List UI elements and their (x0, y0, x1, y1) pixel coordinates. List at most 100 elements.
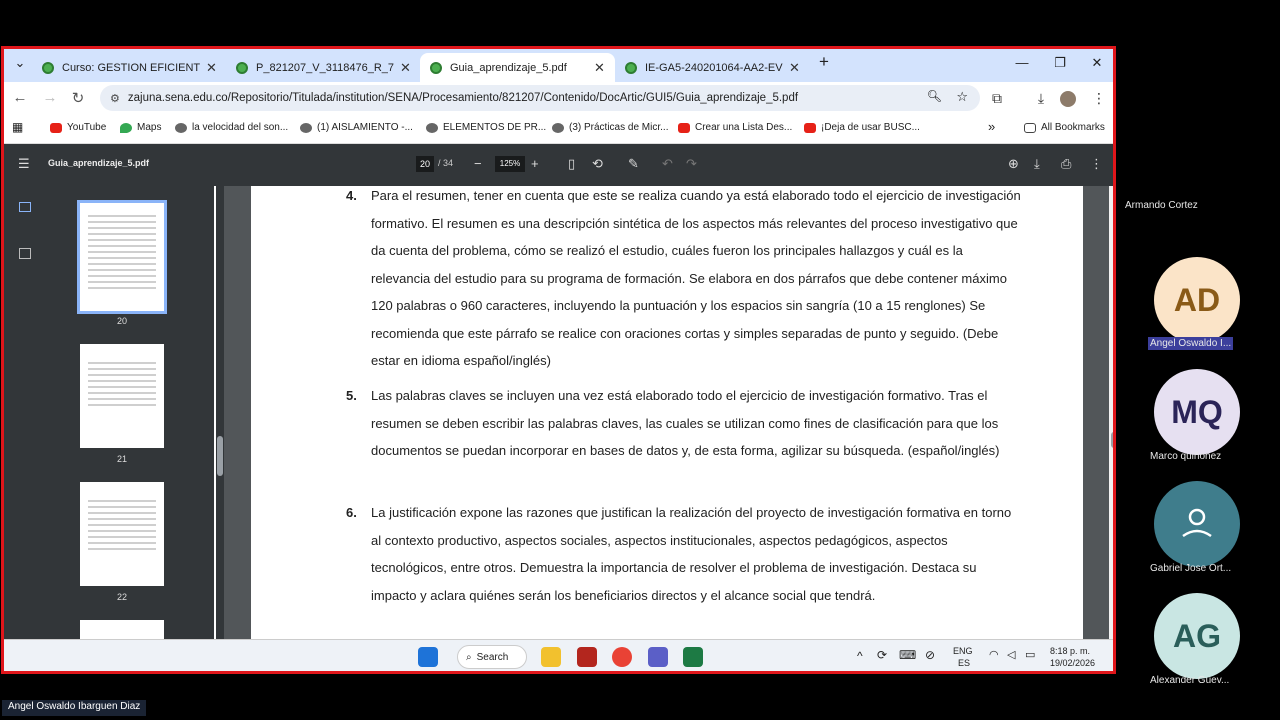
bookmarks-bar: ▦ YouTube Maps la velocidad del son... (… (4, 114, 1113, 144)
page-thumbnail[interactable] (80, 344, 164, 448)
acrobat-icon[interactable] (577, 647, 597, 667)
bookmark-youtube[interactable]: YouTube (50, 122, 106, 133)
page-thumbnail[interactable] (77, 200, 167, 314)
bookmark-maps[interactable]: Maps (120, 122, 161, 133)
person-icon (1182, 508, 1212, 538)
profile-avatar[interactable] (1060, 91, 1076, 107)
menu-icon[interactable]: ⋮ (1090, 90, 1108, 107)
rotate-icon[interactable]: ⟲ (592, 156, 603, 172)
list-item: 5. Las palabras claves se incluyen una ve… (346, 382, 1021, 465)
tab-curso[interactable]: Curso: GESTION EFICIENTE DE L ✕ (32, 53, 227, 82)
bookmark-velocidad[interactable]: la velocidad del son... (175, 122, 288, 133)
minimize-icon[interactable]: — (1012, 55, 1032, 70)
mic-muted-icon[interactable]: ⊘ (925, 648, 935, 662)
youtube-icon (50, 122, 62, 133)
taskbar-search[interactable]: ⌕ Search (457, 645, 527, 669)
bookmark-practicas[interactable]: (3) Prácticas de Micr... (552, 122, 668, 133)
tab-search-icon[interactable]: ⌄ (10, 55, 30, 71)
search-icon: ⌕ (466, 651, 472, 663)
print-icon[interactable]: ⎙ (1061, 156, 1071, 172)
wifi-icon[interactable]: ◠ (989, 648, 999, 661)
zoom-in-icon[interactable]: + (531, 156, 539, 171)
maximize-icon[interactable]: ❐ (1050, 55, 1070, 71)
redo-icon[interactable]: ↷ (686, 156, 697, 172)
language-indicator[interactable]: ENG (953, 646, 973, 656)
close-tab-icon[interactable]: ✕ (206, 60, 217, 76)
participant-avatar[interactable] (1154, 481, 1240, 567)
fit-page-icon[interactable]: ▯ (568, 156, 575, 172)
tab-guia-aprendizaje[interactable]: Guia_aprendizaje_5.pdf ✕ (420, 53, 615, 82)
page-thumbnail[interactable] (80, 482, 164, 586)
bookmark-elementos[interactable]: ELEMENTOS DE PR... (426, 122, 546, 133)
keyboard-icon[interactable]: ⌨ (899, 648, 916, 662)
more-options-icon[interactable]: ⋮ (1090, 156, 1103, 172)
close-tab-icon[interactable]: ✕ (789, 60, 800, 76)
tab-p821207[interactable]: P_821207_V_3118476_R_76_C_5 ✕ (226, 53, 421, 82)
bookmark-label: Crear una Lista Des... (695, 122, 793, 133)
reload-icon[interactable]: ↻ (68, 89, 88, 107)
close-window-icon[interactable]: ✕ (1087, 55, 1107, 71)
close-tab-icon[interactable]: ✕ (594, 60, 605, 76)
downloads-icon[interactable]: ⤓ (1032, 90, 1050, 107)
content-scrollbar[interactable] (1109, 186, 1113, 671)
forward-icon[interactable]: → (40, 89, 60, 106)
thumbnail-number: 20 (116, 316, 127, 326)
outline-icon[interactable] (19, 248, 31, 259)
participant-avatar[interactable]: MQ (1154, 369, 1240, 455)
bookmark-star-icon[interactable]: ☆ (956, 89, 968, 105)
thumbnails-icon[interactable] (19, 202, 31, 212)
page-number-input[interactable]: 20 (416, 156, 434, 172)
youtube-icon (678, 122, 690, 133)
extensions-icon[interactable]: ⧉ (988, 90, 1006, 107)
participant-avatar[interactable]: AG (1154, 593, 1240, 679)
zoom-icon[interactable]: 🔍︎ (927, 89, 942, 103)
youtube-icon (804, 122, 816, 133)
file-explorer-icon[interactable] (541, 647, 561, 667)
participant-avatar[interactable]: AD (1154, 257, 1240, 343)
sync-icon[interactable]: ⟳ (877, 648, 887, 662)
bookmark-deja-de-usar[interactable]: ¡Deja de usar BUSC... (804, 122, 920, 133)
site-info-icon[interactable]: ⚙ (110, 92, 120, 105)
excel-icon[interactable] (683, 647, 703, 667)
participant-name: Gabriel Jose Ort... (1150, 563, 1232, 574)
all-bookmarks[interactable]: All Bookmarks (1024, 122, 1105, 133)
tab-favicon-icon (42, 61, 54, 74)
bookmark-aislamiento[interactable]: (1) AISLAMIENTO -... (300, 122, 413, 133)
volume-icon[interactable]: ◁ (1007, 648, 1015, 661)
tab-label: IE-GA5-240201064-AA2-EV01.p (645, 61, 783, 74)
chrome-icon[interactable] (612, 647, 632, 667)
more-bookmarks-icon[interactable]: » (988, 119, 995, 134)
clock-time[interactable]: 8:18 p. m. (1050, 646, 1090, 656)
tray-chevron-icon[interactable]: ^ (857, 649, 863, 663)
bookmark-label: ELEMENTOS DE PR... (443, 122, 547, 133)
windows-start-icon[interactable] (418, 647, 438, 667)
address-bar[interactable]: ⚙ zajuna.sena.edu.co/Repositorio/Titulad… (100, 85, 980, 111)
sidebar-menu-icon[interactable]: ☰ (18, 156, 30, 172)
teams-icon[interactable] (648, 647, 668, 667)
tab-label: Curso: GESTION EFICIENTE DE L (62, 61, 200, 74)
thumbnail-number: 21 (116, 454, 127, 464)
download-icon[interactable]: ⤓ (1034, 156, 1040, 172)
close-tab-icon[interactable]: ✕ (400, 60, 411, 76)
pdf-sidebar: 20 21 22 (4, 186, 214, 671)
clock-date: 19/02/2026 (1050, 658, 1096, 668)
avatar-initials: MQ (1171, 393, 1223, 430)
back-icon[interactable]: ← (10, 89, 30, 106)
participant-name: Angel Oswaldo I... (1148, 337, 1234, 350)
sidebar-scrollbar[interactable] (216, 186, 224, 671)
apps-grid-icon[interactable]: ▦ (12, 120, 23, 134)
battery-icon[interactable]: ▭ (1025, 648, 1035, 661)
bookmark-crear-lista[interactable]: Crear una Lista Des... (678, 122, 792, 133)
undo-icon[interactable]: ↶ (662, 156, 673, 172)
zoom-level[interactable]: 125% (495, 156, 525, 172)
list-item-text: Para el resumen, tener en cuenta que est… (371, 188, 1021, 368)
zoom-out-icon[interactable]: − (474, 156, 482, 171)
new-tab-icon[interactable]: + (814, 52, 834, 72)
meeting-screen: ⌄ Curso: GESTION EFICIENTE DE L ✕ P_82120… (0, 0, 1280, 720)
tab-ie-ga5[interactable]: IE-GA5-240201064-AA2-EV01.p ✕ (615, 53, 810, 82)
tab-strip: ⌄ Curso: GESTION EFICIENTE DE L ✕ P_82120… (4, 49, 1113, 82)
annotate-icon[interactable]: ✎ (628, 156, 639, 172)
save-drive-icon[interactable]: ⊕ (1008, 156, 1019, 172)
list-item-number: 6. (346, 505, 357, 520)
list-item: 6. La justificación expone las razones qu… (346, 499, 1021, 609)
